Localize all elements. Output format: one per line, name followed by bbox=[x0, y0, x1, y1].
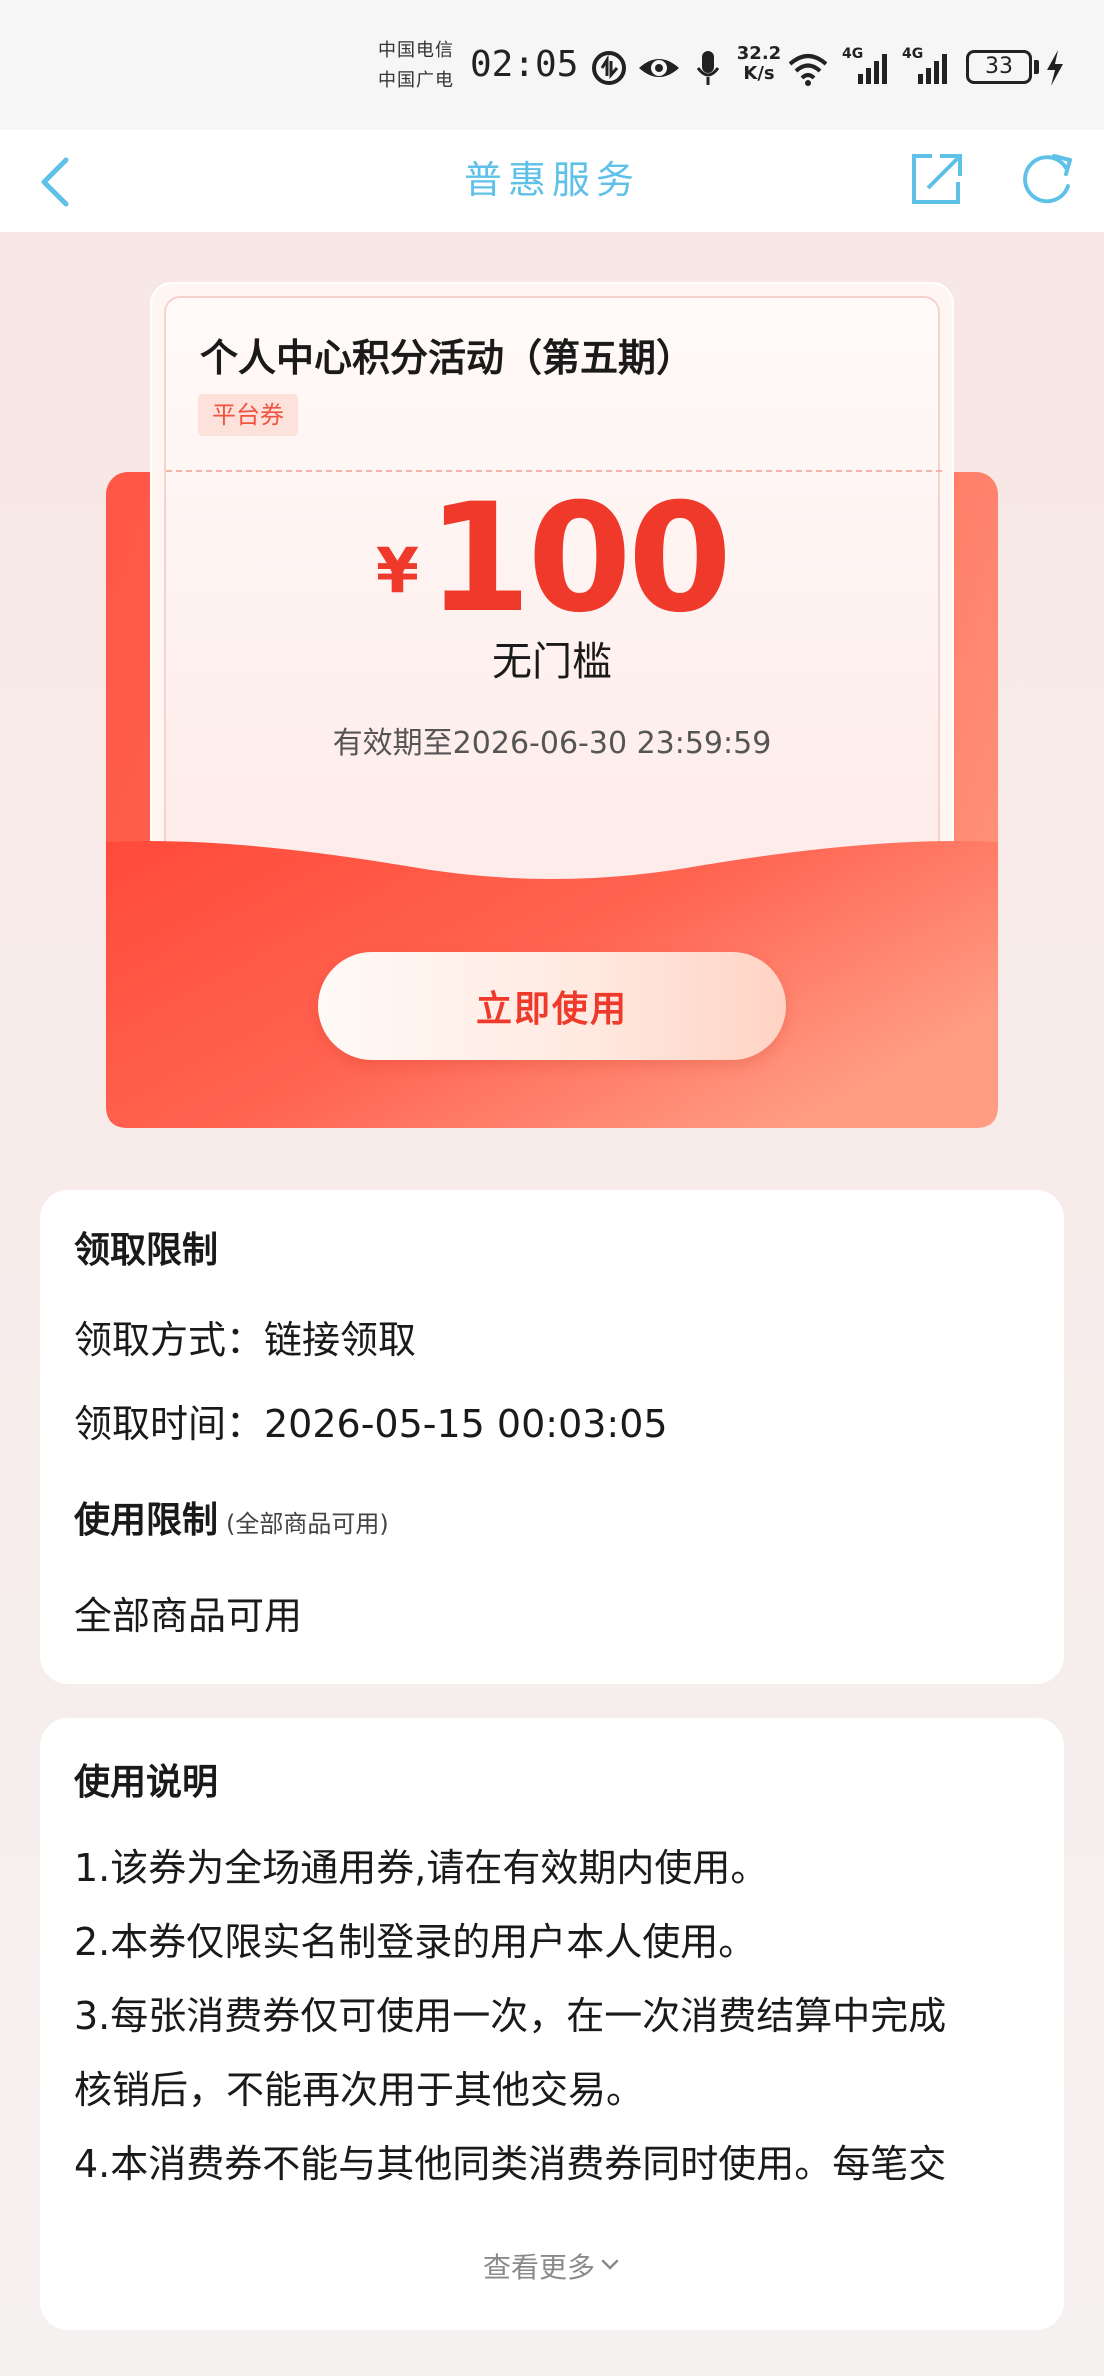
see-more-link[interactable]: 查看更多 bbox=[40, 2248, 1064, 2288]
status-time: 02:05 bbox=[470, 44, 579, 85]
restrictions-card: 领取限制 领取方式：链接领取 领取时间：2026-05-15 00:03:05 … bbox=[40, 1190, 1064, 1684]
wifi-icon bbox=[788, 54, 828, 86]
usage-notes-heading: 使用说明 bbox=[74, 1762, 219, 1803]
usage-limit-subtitle: (全部商品可用) bbox=[226, 1510, 389, 1538]
eye-icon bbox=[639, 59, 679, 77]
see-more-label: 查看更多 bbox=[482, 2251, 595, 2284]
coupon-title: 个人中心积分活动（第五期） bbox=[200, 336, 695, 380]
note-line: 2.本券仅限实名制登录的用户本人使用。 bbox=[74, 1920, 757, 1964]
currency-symbol: ¥ bbox=[375, 534, 419, 607]
coupon-threshold: 无门槛 bbox=[492, 639, 612, 685]
usage-limit-value: 全部商品可用 bbox=[74, 1594, 303, 1638]
coupon-type-badge: 平台券 bbox=[198, 394, 298, 436]
nav-bar: 普惠服务 bbox=[0, 130, 1104, 232]
status-bar: 中国电信 中国广电 02:05 32.2 K/s 4G 4G 33 bbox=[0, 0, 1104, 130]
claim-limit-heading: 领取限制 bbox=[74, 1230, 219, 1271]
usage-notes-card: 使用说明 1.该券为全场通用券,请在有效期内使用。 2.本券仅限实名制登录的用户… bbox=[40, 1718, 1064, 2330]
coupon-validity: 有效期至2026-06-30 23:59:59 bbox=[332, 726, 772, 761]
carrier-1: 中国电信 bbox=[378, 40, 454, 61]
battery-tip bbox=[1034, 60, 1039, 74]
charging-icon bbox=[1047, 50, 1063, 86]
share-icon[interactable] bbox=[908, 148, 964, 208]
signal-1-icon bbox=[858, 54, 887, 84]
refresh-icon[interactable] bbox=[1016, 148, 1076, 208]
carrier-2: 中国广电 bbox=[378, 70, 454, 91]
claim-time: 领取时间：2026-05-15 00:03:05 bbox=[74, 1402, 668, 1446]
microphone-icon bbox=[696, 51, 720, 85]
signal-2-icon bbox=[918, 54, 947, 84]
battery-indicator: 33 bbox=[966, 50, 1032, 84]
note-line: 4.本消费券不能与其他同类消费券同时使用。每笔交 bbox=[74, 2142, 947, 2186]
note-line: 3.每张消费券仅可使用一次，在一次消费结算中完成 bbox=[74, 1994, 947, 2038]
use-now-button[interactable]: 立即使用 bbox=[318, 952, 786, 1060]
coupon-amount: 100 bbox=[427, 472, 732, 646]
usage-limit-heading: 使用限制 (全部商品可用) bbox=[74, 1496, 389, 1549]
note-line: 核销后，不能再次用于其他交易。 bbox=[74, 2068, 645, 2112]
hd-call-icon bbox=[592, 51, 626, 85]
coupon-amount-row: ¥100 bbox=[152, 484, 952, 634]
coupon-ticket: 个人中心积分活动（第五期） 平台券 ¥100 无门槛 有效期至2026-06-3… bbox=[152, 284, 952, 896]
network-speed: 32.2 K/s bbox=[736, 43, 782, 84]
note-line: 1.该券为全场通用券,请在有效期内使用。 bbox=[74, 1846, 769, 1890]
chevron-down-icon bbox=[601, 2259, 619, 2270]
carrier-names: 中国电信 中国广电 bbox=[378, 36, 466, 96]
claim-method: 领取方式：链接领取 bbox=[74, 1318, 417, 1362]
usage-limit-title: 使用限制 bbox=[74, 1500, 219, 1541]
page-title: 普惠服务 bbox=[463, 158, 640, 202]
back-arrow-icon[interactable] bbox=[30, 152, 86, 212]
